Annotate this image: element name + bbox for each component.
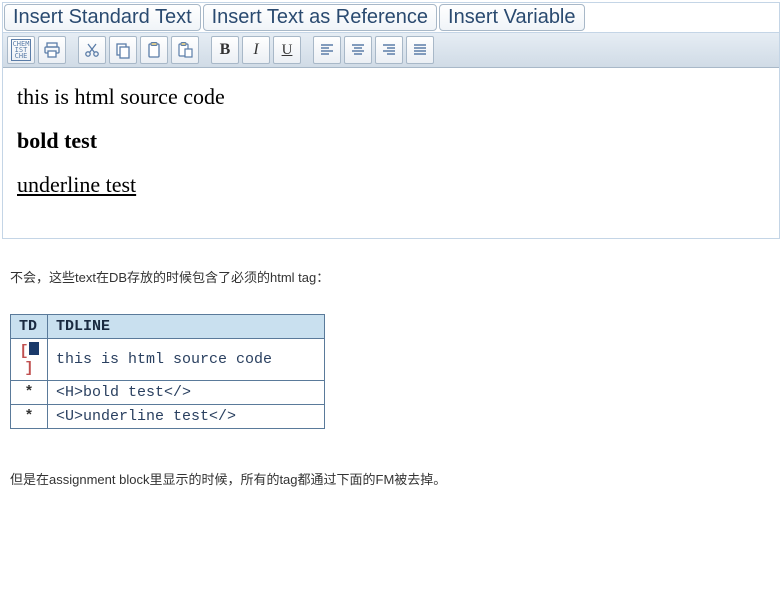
align-center-icon[interactable] [344, 36, 372, 64]
editor-line-plain: this is html source code [17, 84, 765, 110]
editor-content-area[interactable]: this is html source code bold test under… [3, 68, 779, 238]
insert-standard-text-button[interactable]: Insert Standard Text [4, 4, 201, 31]
print-icon[interactable] [38, 36, 66, 64]
db-storage-table: TD TDLINE [] this is html source code * … [10, 314, 325, 429]
explanation-paragraph-2: 但是在assignment block里显示的时候，所有的tag都通过下面的FM… [10, 469, 781, 488]
editor-line-underline: underline test [17, 172, 765, 198]
chemistry-icon[interactable]: CHEMISTCHE [7, 36, 35, 64]
col-header-td: TD [11, 315, 48, 339]
header-button-row: Insert Standard Text Insert Text as Refe… [3, 3, 779, 33]
editor-line-bold: bold test [17, 128, 765, 154]
bold-button[interactable]: B [211, 36, 239, 64]
cell-tdline: <U>underline test</> [48, 405, 325, 429]
cut-icon[interactable] [78, 36, 106, 64]
cell-tdline: <H>bold test</> [48, 381, 325, 405]
align-left-icon[interactable] [313, 36, 341, 64]
underline-button[interactable]: U [273, 36, 301, 64]
align-right-icon[interactable] [375, 36, 403, 64]
paste-icon[interactable] [140, 36, 168, 64]
cell-td: * [11, 405, 48, 429]
row-marker-icon: [] [11, 339, 48, 381]
italic-button[interactable]: I [242, 36, 270, 64]
table-row: * <H>bold test</> [11, 381, 325, 405]
table-row: [] this is html source code [11, 339, 325, 381]
col-header-tdline: TDLINE [48, 315, 325, 339]
explanation-paragraph-1: 不会，这些text在DB存放的时候包含了必须的html tag： [10, 267, 781, 286]
table-row: * <U>underline test</> [11, 405, 325, 429]
rich-text-editor: Insert Standard Text Insert Text as Refe… [2, 2, 780, 239]
insert-variable-button[interactable]: Insert Variable [439, 4, 584, 31]
format-toolbar: CHEMISTCHE B I U [3, 33, 779, 68]
align-justify-icon[interactable] [406, 36, 434, 64]
table-header-row: TD TDLINE [11, 315, 325, 339]
insert-text-reference-button[interactable]: Insert Text as Reference [203, 4, 437, 31]
copy-icon[interactable] [109, 36, 137, 64]
cell-td: * [11, 381, 48, 405]
cell-tdline: this is html source code [48, 339, 325, 381]
paste-special-icon[interactable] [171, 36, 199, 64]
